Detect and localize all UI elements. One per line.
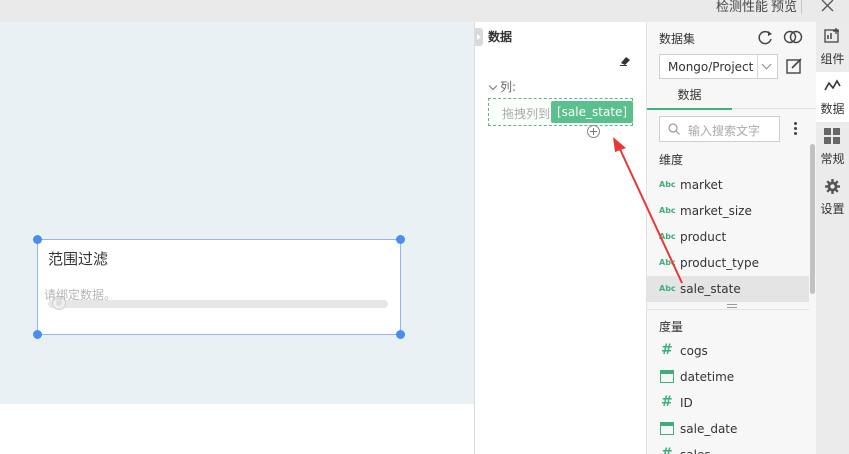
- dataset-title: 数据集: [659, 32, 696, 46]
- preview-button[interactable]: 预览: [771, 0, 797, 22]
- top-toolbar: 检测性能 预览: [0, 0, 849, 22]
- field-item-product[interactable]: Abc product: [647, 224, 809, 250]
- toolbar-divider: [801, 0, 802, 14]
- refresh-icon[interactable]: [756, 28, 774, 46]
- measures-header: 度量: [659, 320, 684, 334]
- hash-icon: #: [661, 394, 673, 410]
- resize-handle-bottom-right[interactable]: [396, 330, 405, 339]
- field-item-product-type[interactable]: Abc product_type: [647, 250, 809, 276]
- field-name: product_type: [680, 256, 759, 270]
- close-icon[interactable]: [819, 0, 835, 14]
- range-filter-widget[interactable]: 范围过滤 请绑定数据。: [33, 235, 405, 339]
- sidebar-item-settings[interactable]: 设置: [816, 172, 849, 222]
- design-canvas[interactable]: [0, 22, 474, 404]
- sidebar-item-general[interactable]: 常规: [816, 122, 849, 172]
- resize-handle-bottom-left[interactable]: [33, 330, 42, 339]
- section-divider: [647, 309, 809, 310]
- section-resize-grip[interactable]: [727, 304, 737, 308]
- abc-icon: Abc: [659, 206, 676, 215]
- eraser-icon[interactable]: [619, 56, 631, 66]
- field-search-input[interactable]: 输入搜索文字: [659, 116, 780, 142]
- hash-icon: #: [661, 446, 673, 454]
- field-name: sale_state: [680, 282, 741, 296]
- sidebar-item-components[interactable]: 组件: [816, 22, 849, 72]
- more-options-icon[interactable]: [794, 122, 798, 136]
- tab-data[interactable]: 数据: [647, 84, 732, 110]
- field-name: cogs: [680, 344, 708, 358]
- chevron-down-icon[interactable]: [757, 55, 777, 78]
- collapse-panel-toggle[interactable]: [475, 28, 483, 46]
- field-list-scrollbar[interactable]: [810, 144, 815, 294]
- field-name: ID: [680, 396, 693, 410]
- sidebar-item-label: 组件: [820, 52, 845, 66]
- field-item-sale-date[interactable]: sale_date: [647, 416, 809, 442]
- gear-icon: [825, 179, 840, 194]
- widget-title: 范围过滤: [48, 250, 109, 268]
- field-item-sale-state[interactable]: Abc sale_state: [647, 276, 809, 302]
- canvas-bottom-area: [0, 404, 474, 454]
- detect-performance-button[interactable]: 检测性能: [716, 0, 768, 22]
- dataset-select[interactable]: Mongo/Project: [659, 54, 778, 79]
- column-label-text: 列:: [500, 80, 517, 94]
- right-sidebar: 组件 数据 常规 设置: [816, 22, 849, 454]
- search-placeholder: 输入搜索文字: [688, 124, 761, 138]
- field-item-cogs[interactable]: # cogs: [647, 338, 809, 364]
- field-item-id[interactable]: # ID: [647, 390, 809, 416]
- field-name: market: [680, 178, 723, 192]
- search-icon: [668, 123, 680, 135]
- field-item-market[interactable]: Abc market: [647, 172, 809, 198]
- resize-handle-top-left[interactable]: [33, 235, 42, 244]
- data-panel-title: 数据: [488, 30, 513, 44]
- dataset-select-value: Mongo/Project: [668, 60, 754, 74]
- data-icon: [824, 79, 841, 91]
- field-item-market-size[interactable]: Abc market_size: [647, 198, 809, 224]
- data-binding-panel: 数据 列: 拖拽列到 [sale_state]: [474, 22, 646, 454]
- field-name: sales: [680, 448, 711, 454]
- sidebar-item-data[interactable]: 数据: [816, 72, 849, 122]
- drop-placeholder: 拖拽列到: [502, 107, 551, 121]
- field-name: sale_date: [680, 422, 738, 436]
- calendar-icon: [660, 422, 674, 435]
- dataset-panel: 数据集 Mongo/Project 数据 输入搜索文字 维度 Abc marke…: [646, 22, 817, 454]
- calendar-icon: [660, 370, 674, 383]
- field-name: market_size: [680, 204, 752, 218]
- field-item-sales[interactable]: # sales: [647, 442, 809, 454]
- grid-icon: [824, 128, 840, 144]
- tab-underline: [732, 108, 817, 109]
- sidebar-item-label: 数据: [820, 102, 845, 116]
- dimensions-header: 维度: [659, 153, 684, 167]
- component-icon: [824, 28, 839, 43]
- dragged-field-chip[interactable]: [sale_state]: [551, 101, 634, 123]
- hash-icon: #: [661, 342, 673, 358]
- abc-icon: Abc: [659, 284, 676, 293]
- edit-icon[interactable]: [785, 57, 803, 75]
- abc-icon: Abc: [659, 180, 676, 189]
- sidebar-item-label: 设置: [820, 202, 845, 216]
- resize-handle-top-right[interactable]: [396, 235, 405, 244]
- column-section-label[interactable]: 列:: [488, 78, 516, 95]
- abc-icon: Abc: [659, 258, 676, 267]
- abc-icon: Abc: [659, 232, 676, 241]
- widget-hint: 请绑定数据。: [44, 288, 117, 302]
- sidebar-item-label: 常规: [820, 152, 845, 166]
- chevron-down-icon: [488, 81, 498, 91]
- link-dataset-icon[interactable]: [783, 29, 805, 45]
- column-drop-zone[interactable]: 拖拽列到 [sale_state]: [488, 98, 634, 126]
- field-name: product: [680, 230, 727, 244]
- add-column-icon[interactable]: [587, 125, 600, 138]
- field-name: datetime: [680, 370, 735, 384]
- field-item-datetime[interactable]: datetime: [647, 364, 809, 390]
